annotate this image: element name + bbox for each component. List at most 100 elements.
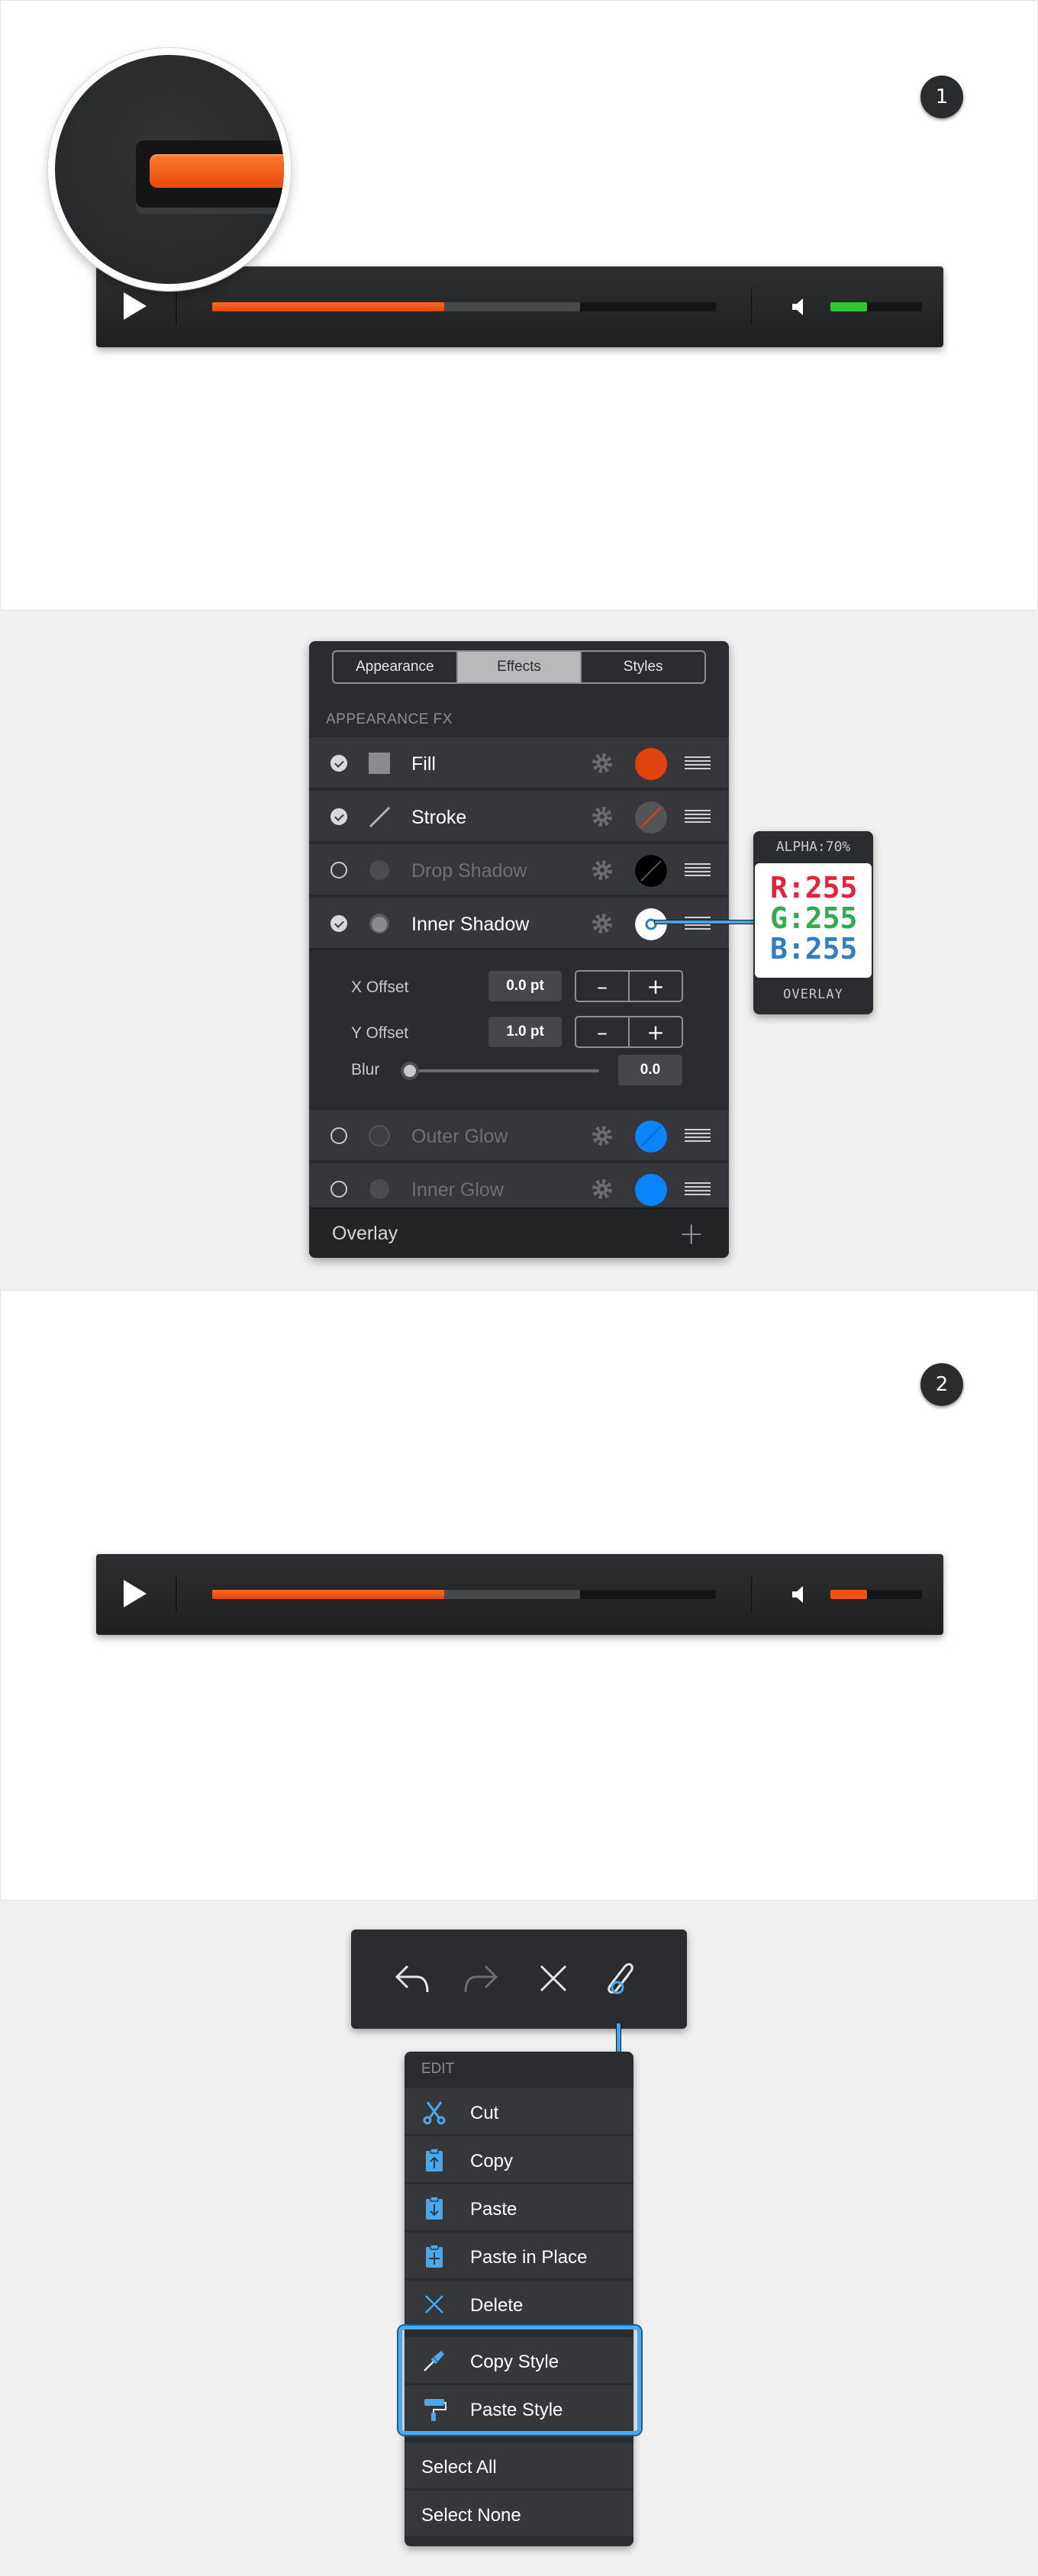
menu-item-paste[interactable]: Paste: [405, 2183, 633, 2230]
appearance-section: Appearance Effects Styles APPEARANCE FX …: [0, 611, 1038, 1290]
effect-name: Stroke: [411, 807, 467, 828]
section-label: APPEARANCE FX: [326, 711, 453, 727]
divider: [176, 1577, 177, 1612]
color-tooltip: ALPHA:70% R:255 G:255 B:255 OVERLAY: [753, 831, 873, 1014]
menu-item-label: Copy: [470, 2151, 514, 2171]
drag-handle-icon[interactable]: [685, 863, 711, 877]
delete-x-icon: [425, 2295, 443, 2313]
green-value: G:255: [770, 901, 858, 935]
menu-item-paste-in-place[interactable]: Paste in Place: [405, 2231, 633, 2278]
blend-label: OVERLAY: [783, 987, 843, 1002]
checkbox[interactable]: [330, 1127, 347, 1144]
step-number-badge: 1: [920, 76, 963, 118]
play-icon[interactable]: [124, 292, 147, 320]
x-offset-field[interactable]: 0.0 pt: [488, 971, 562, 1001]
color-swatch[interactable]: [635, 1174, 667, 1206]
step-number-badge: 2: [920, 1363, 963, 1406]
menu-item-select-none[interactable]: Select None: [405, 2489, 633, 2536]
divider: [751, 1577, 753, 1612]
blend-mode-label[interactable]: Overlay: [332, 1223, 398, 1245]
menu-item-select-all[interactable]: Select All: [405, 2441, 633, 2488]
checkbox[interactable]: [330, 915, 347, 932]
y-offset-label: Y Offset: [351, 1024, 409, 1042]
paste-clipboard-icon: [426, 2196, 443, 2220]
appearance-panel: Appearance Effects Styles APPEARANCE FX …: [309, 641, 729, 1258]
blur-field[interactable]: 0.0: [618, 1055, 682, 1085]
undo-icon[interactable]: [389, 1955, 435, 2001]
copy-clipboard-icon: [426, 2148, 443, 2171]
x-offset-label: X Offset: [351, 978, 409, 996]
menu-item-copy[interactable]: Copy: [405, 2135, 633, 2182]
outer-glow-icon: [369, 1125, 390, 1146]
divider: [176, 289, 177, 324]
seek-bar[interactable]: [212, 1590, 716, 1599]
step-1-section: 1: [0, 0, 1038, 611]
effect-name: Fill: [411, 753, 436, 775]
slider-knob[interactable]: [401, 1062, 419, 1080]
progress-bar: [212, 1590, 444, 1599]
seek-bar[interactable]: [212, 302, 716, 311]
y-offset-stepper: – +: [575, 1016, 683, 1048]
effect-row-inner-glow[interactable]: Inner Glow: [309, 1162, 729, 1214]
tab-styles[interactable]: Styles: [582, 652, 704, 682]
effect-row-fill[interactable]: Fill: [309, 736, 729, 788]
effect-row-drop-shadow[interactable]: Drop Shadow: [309, 843, 729, 895]
menu-item-label: Delete: [470, 2295, 524, 2316]
progress-bar: [212, 302, 444, 311]
paperclip-icon[interactable]: [599, 1955, 645, 2001]
drag-handle-icon[interactable]: [685, 1182, 711, 1196]
gear-icon[interactable]: [590, 1124, 614, 1148]
volume-slider[interactable]: [830, 1590, 922, 1599]
increment-button[interactable]: +: [630, 972, 682, 1001]
effect-row-outer-glow[interactable]: Outer Glow: [309, 1108, 729, 1160]
panel-tabs: Appearance Effects Styles: [332, 650, 706, 684]
menu-item-cut[interactable]: Cut: [405, 2087, 633, 2134]
gear-icon[interactable]: [590, 911, 614, 936]
gear-icon[interactable]: [590, 751, 614, 775]
red-value: R:255: [770, 871, 858, 904]
close-icon[interactable]: [530, 1955, 576, 2001]
edit-toolbar: [351, 1930, 687, 2029]
gear-icon[interactable]: [590, 804, 614, 829]
effect-row-stroke[interactable]: Stroke: [309, 789, 729, 841]
increment-button[interactable]: +: [630, 1017, 682, 1046]
volume-slider[interactable]: [830, 302, 922, 311]
x-offset-stepper: – +: [575, 970, 683, 1002]
tab-appearance[interactable]: Appearance: [334, 652, 458, 682]
menu-item-label: Select All: [421, 2457, 497, 2478]
checkbox[interactable]: [330, 755, 347, 772]
color-swatch[interactable]: [635, 1120, 667, 1153]
gear-icon[interactable]: [590, 858, 614, 882]
step-2-section: 2: [0, 1290, 1038, 1901]
gear-icon[interactable]: [590, 1177, 614, 1201]
inner-shadow-icon: [369, 914, 389, 933]
decrement-button[interactable]: –: [576, 1017, 630, 1046]
effect-name: Outer Glow: [411, 1126, 508, 1147]
decrement-button[interactable]: –: [576, 972, 630, 1001]
checkbox[interactable]: [330, 862, 347, 879]
panel-footer: Overlay +: [309, 1207, 729, 1258]
play-icon[interactable]: [124, 1580, 147, 1607]
tab-effects[interactable]: Effects: [457, 652, 582, 682]
drag-handle-icon[interactable]: [685, 756, 711, 770]
menu-item-label: Paste in Place: [470, 2247, 588, 2268]
connector-line: [616, 2023, 621, 2055]
speaker-icon[interactable]: [789, 295, 812, 318]
checkbox[interactable]: [330, 808, 347, 825]
checkbox[interactable]: [330, 1181, 347, 1198]
blur-slider[interactable]: [401, 1062, 599, 1080]
color-swatch[interactable]: [635, 855, 667, 887]
magnifier-detail: [48, 48, 291, 291]
redo-icon[interactable]: [458, 1955, 504, 2001]
drag-handle-icon[interactable]: [685, 1129, 711, 1143]
drag-handle-icon[interactable]: [685, 810, 711, 824]
color-swatch[interactable]: [635, 748, 667, 780]
media-player: [96, 266, 943, 347]
color-swatch[interactable]: [635, 908, 667, 940]
paste-in-place-icon: [426, 2244, 443, 2268]
color-swatch[interactable]: [635, 801, 667, 833]
add-effect-button[interactable]: +: [679, 1217, 704, 1252]
menu-item-delete[interactable]: Delete: [405, 2279, 633, 2326]
y-offset-field[interactable]: 1.0 pt: [488, 1017, 562, 1047]
speaker-icon[interactable]: [789, 1583, 812, 1606]
